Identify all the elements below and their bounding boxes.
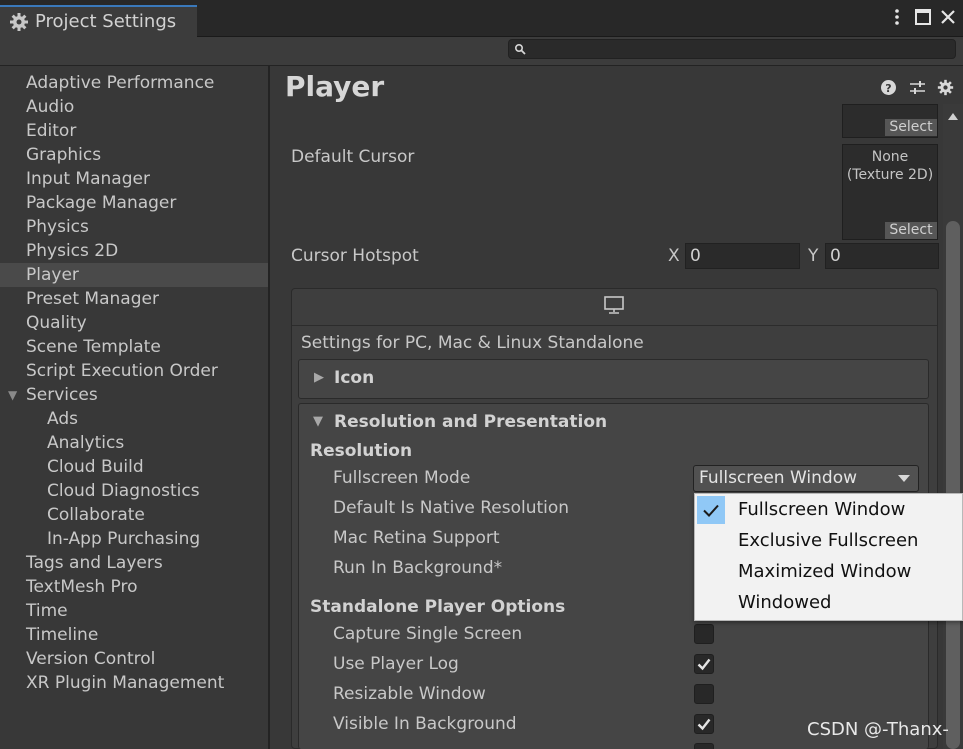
sidebar-item-cloud-diagnostics[interactable]: Cloud Diagnostics [0, 479, 268, 503]
fullscreen-mode-value: Fullscreen Window [699, 468, 858, 488]
default-cursor-label: Default Cursor [291, 147, 415, 167]
hotspot-x-field[interactable]: 0 [685, 243, 800, 269]
sidebar-item-time[interactable]: Time [0, 599, 268, 623]
chevron-down-icon [898, 475, 910, 482]
hotspot-x-label: X [668, 246, 680, 266]
window-title: Project Settings [35, 11, 177, 32]
preset-icon[interactable] [909, 79, 926, 96]
close-icon[interactable] [939, 8, 957, 26]
next-option-checkbox[interactable] [694, 743, 714, 749]
fullscreen-mode-dropdown[interactable]: Fullscreen Window [693, 465, 919, 492]
toolbar [0, 37, 963, 66]
sidebar-item-services[interactable]: ▼ Services [0, 383, 268, 407]
svg-text:?: ? [885, 82, 891, 95]
sidebar-item-physics[interactable]: Physics [0, 215, 268, 239]
sidebar-item-ads[interactable]: Ads [0, 407, 268, 431]
checkmark-icon [697, 718, 711, 731]
visible-in-background-checkbox[interactable] [694, 714, 714, 734]
menu-item-exclusive-fullscreen[interactable]: Exclusive Fullscreen [695, 525, 962, 556]
search-icon [514, 43, 526, 55]
icon-section-header[interactable] [298, 359, 929, 399]
default-cursor-value: None (Texture 2D) [846, 149, 934, 183]
mac-retina-support-label: Mac Retina Support [333, 528, 500, 548]
sidebar-item-xr-plugin-management[interactable]: XR Plugin Management [0, 671, 268, 695]
sidebar-item-textmesh-pro[interactable]: TextMesh Pro [0, 575, 268, 599]
capture-single-screen-label: Capture Single Screen [333, 624, 523, 644]
sidebar-item-script-execution-order[interactable]: Script Execution Order [0, 359, 268, 383]
page-title: Player [285, 70, 385, 103]
sidebar-item-tags-and-layers[interactable]: Tags and Layers [0, 551, 268, 575]
resolution-section-title[interactable]: Resolution and Presentation [334, 412, 607, 432]
menu-check-highlight [697, 496, 725, 524]
watermark: CSDN @-Thanx- [807, 719, 949, 740]
more-options-icon[interactable] [888, 8, 906, 26]
sidebar-item-audio[interactable]: Audio [0, 95, 268, 119]
expanded-arrow-icon[interactable]: ▼ [313, 414, 323, 429]
title-bar: Project Settings [0, 0, 963, 38]
sidebar-item-collaborate[interactable]: Collaborate [0, 503, 268, 527]
sidebar-item-quality[interactable]: Quality [0, 311, 268, 335]
checkmark-icon [697, 658, 711, 671]
resizable-window-checkbox[interactable] [694, 684, 714, 704]
sidebar-item-input-manager[interactable]: Input Manager [0, 167, 268, 191]
resolution-header: Resolution [310, 441, 413, 461]
sidebar-item-in-app-purchasing[interactable]: In-App Purchasing [0, 527, 268, 551]
sidebar-item-analytics[interactable]: Analytics [0, 431, 268, 455]
visible-in-background-label: Visible In Background [333, 714, 517, 734]
icon-section-title: Icon [334, 368, 375, 388]
sidebar-item-cloud-build[interactable]: Cloud Build [0, 455, 268, 479]
sidebar-item-preset-manager[interactable]: Preset Manager [0, 287, 268, 311]
sidebar-item-editor[interactable]: Editor [0, 119, 268, 143]
menu-item-windowed[interactable]: Windowed [695, 587, 962, 618]
sidebar-item-scene-template[interactable]: Scene Template [0, 335, 268, 359]
gear-icon [10, 13, 28, 31]
menu-item-fullscreen-window[interactable]: Fullscreen Window [695, 494, 962, 525]
sidebar: Adaptive Performance Audio Editor Graphi… [0, 66, 270, 749]
sidebar-item-physics-2d[interactable]: Physics 2D [0, 239, 268, 263]
run-in-background-label: Run In Background* [333, 558, 503, 578]
scrollbar-thumb[interactable] [946, 221, 960, 749]
default-cursor-select-button[interactable]: Select [885, 222, 937, 239]
sidebar-item-adaptive-performance[interactable]: Adaptive Performance [0, 71, 268, 95]
menu-item-maximized-window[interactable]: Maximized Window [695, 556, 962, 587]
hotspot-y-field[interactable]: 0 [825, 243, 939, 269]
default-icon-select-button[interactable]: Select [885, 119, 937, 136]
help-icon[interactable]: ? [880, 79, 897, 96]
use-player-log-label: Use Player Log [333, 654, 459, 674]
sidebar-item-player[interactable]: Player [0, 263, 268, 287]
maximize-icon[interactable] [914, 8, 932, 26]
search-input[interactable] [508, 39, 956, 59]
sidebar-item-package-manager[interactable]: Package Manager [0, 191, 268, 215]
use-player-log-checkbox[interactable] [694, 654, 714, 674]
sidebar-item-timeline[interactable]: Timeline [0, 623, 268, 647]
window-tab[interactable]: Project Settings [0, 5, 197, 38]
expand-arrow-icon[interactable]: ▼ [8, 383, 17, 407]
collapsed-arrow-icon[interactable]: ▶ [314, 370, 324, 385]
checkmark-icon [703, 504, 719, 517]
default-native-resolution-label: Default Is Native Resolution [333, 498, 570, 518]
cursor-hotspot-label: Cursor Hotspot [291, 246, 419, 266]
fullscreen-mode-label: Fullscreen Mode [333, 468, 471, 488]
hotspot-y-label: Y [808, 246, 819, 266]
capture-single-screen-checkbox[interactable] [694, 624, 714, 644]
standalone-options-header: Standalone Player Options [310, 597, 566, 617]
platform-settings-label: Settings for PC, Mac & Linux Standalone [301, 333, 644, 353]
monitor-icon[interactable] [603, 295, 625, 315]
scroll-up-arrow-icon[interactable] [947, 111, 959, 121]
sidebar-item-graphics[interactable]: Graphics [0, 143, 268, 167]
sidebar-item-version-control[interactable]: Version Control [0, 647, 268, 671]
fullscreen-mode-menu: Fullscreen Window Exclusive Fullscreen M… [694, 493, 963, 621]
resizable-window-label: Resizable Window [333, 684, 486, 704]
gear-icon[interactable] [937, 79, 954, 96]
